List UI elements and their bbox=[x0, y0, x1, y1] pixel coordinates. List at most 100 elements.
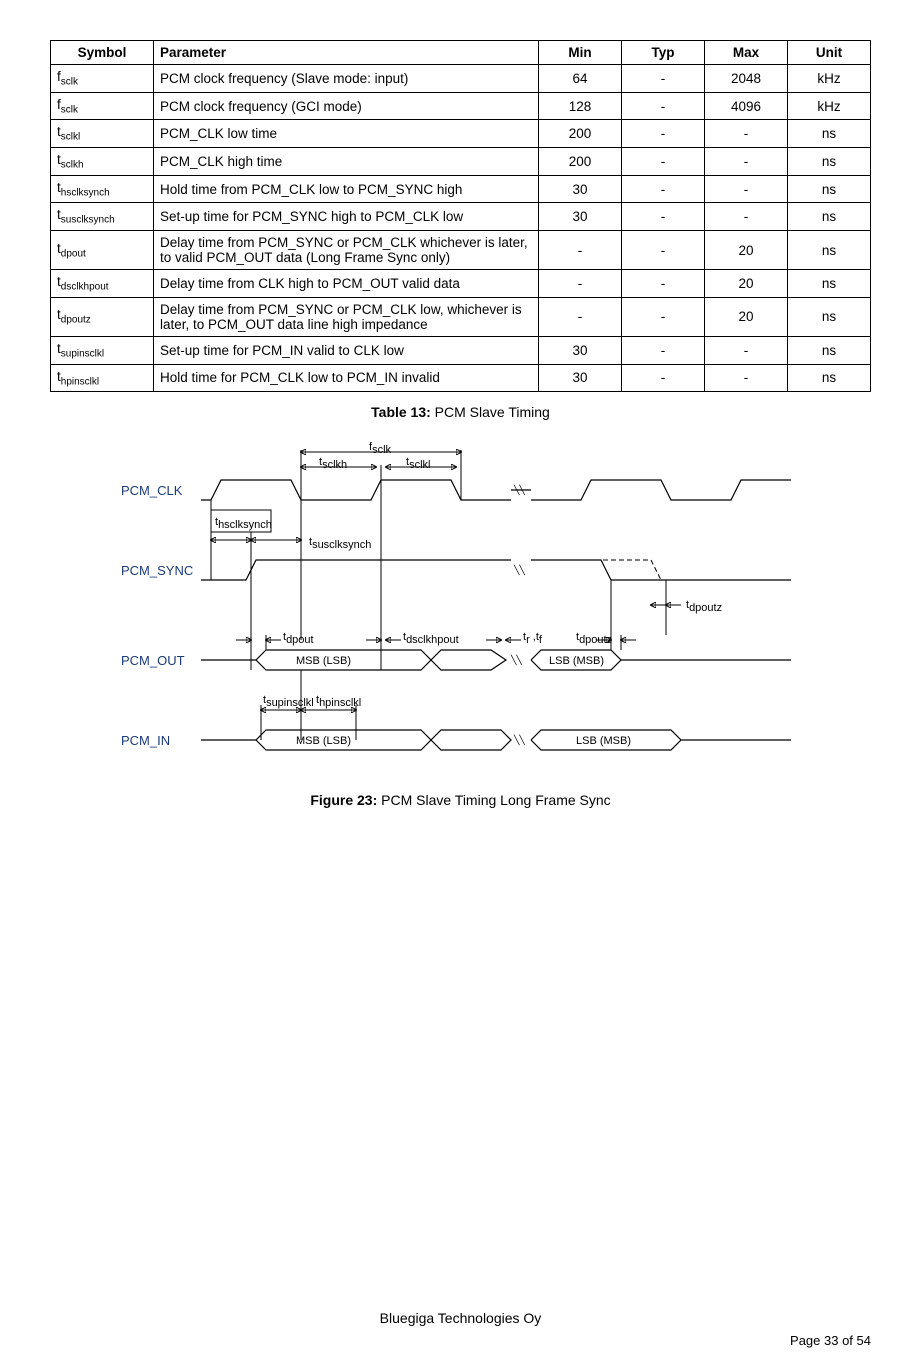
cell-min: 200 bbox=[539, 120, 622, 148]
table-row: thsclksynchHold time from PCM_CLK low to… bbox=[51, 175, 871, 203]
table-caption: Table 13: PCM Slave Timing bbox=[50, 404, 871, 420]
figure-caption-rest: PCM Slave Timing Long Frame Sync bbox=[377, 792, 610, 808]
cell-max: - bbox=[705, 120, 788, 148]
label-tdsclkhpout: tdsclkhpout bbox=[403, 631, 459, 646]
label-lsb-in: LSB (MSB) bbox=[576, 735, 631, 747]
table-caption-bold: Table 13: bbox=[371, 404, 431, 420]
table-row: tsclkhPCM_CLK high time200--ns bbox=[51, 148, 871, 176]
label-thsclksynch: thsclksynch bbox=[215, 516, 272, 531]
table-row: fsclkPCM clock frequency (Slave mode: in… bbox=[51, 65, 871, 93]
cell-typ: - bbox=[622, 270, 705, 298]
cell-min: - bbox=[539, 231, 622, 270]
cell-min: 30 bbox=[539, 203, 622, 231]
cell-symbol: tdsclkhpout bbox=[51, 270, 154, 298]
cell-unit: ns bbox=[788, 364, 871, 392]
cell-parameter: Set-up time for PCM_SYNC high to PCM_CLK… bbox=[154, 203, 539, 231]
figure-caption: Figure 23: PCM Slave Timing Long Frame S… bbox=[50, 792, 871, 808]
label-tdpoutz-top: tdpoutz bbox=[686, 599, 722, 614]
cell-unit: ns bbox=[788, 270, 871, 298]
signal-label-clk: PCM_CLK bbox=[121, 483, 183, 498]
cell-parameter: Set-up time for PCM_IN valid to CLK low bbox=[154, 336, 539, 364]
svg-text:╲╲: ╲╲ bbox=[513, 564, 525, 576]
table-header-row: Symbol Parameter Min Typ Max Unit bbox=[51, 41, 871, 65]
table-row: tsusclksynchSet-up time for PCM_SYNC hig… bbox=[51, 203, 871, 231]
cell-symbol: tsclkh bbox=[51, 148, 154, 176]
cell-typ: - bbox=[622, 175, 705, 203]
header-min: Min bbox=[539, 41, 622, 65]
label-tdpoutz-bot: tdpoutz bbox=[576, 631, 612, 646]
timing-parameters-table: Symbol Parameter Min Typ Max Unit fsclkP… bbox=[50, 40, 871, 392]
table-caption-rest: PCM Slave Timing bbox=[431, 404, 550, 420]
cell-unit: kHz bbox=[788, 65, 871, 93]
timing-diagram: PCM_CLK ╲╲ fsclk tsclkh tsclkl PCM_SYNC … bbox=[111, 440, 811, 780]
cell-max: - bbox=[705, 336, 788, 364]
cell-typ: - bbox=[622, 336, 705, 364]
label-trtf: tr ,tf bbox=[523, 631, 543, 646]
signal-label-sync: PCM_SYNC bbox=[121, 563, 193, 578]
table-row: tdpoutDelay time from PCM_SYNC or PCM_CL… bbox=[51, 231, 871, 270]
cell-unit: ns bbox=[788, 203, 871, 231]
cell-typ: - bbox=[622, 203, 705, 231]
svg-text:╲╲: ╲╲ bbox=[513, 484, 525, 496]
cell-symbol: fsclk bbox=[51, 65, 154, 93]
cell-min: 64 bbox=[539, 65, 622, 93]
label-tsupinsclkl: tsupinsclkl bbox=[263, 694, 314, 709]
table-row: tdpoutzDelay time from PCM_SYNC or PCM_C… bbox=[51, 297, 871, 336]
cell-typ: - bbox=[622, 65, 705, 93]
cell-max: 4096 bbox=[705, 92, 788, 120]
cell-parameter: Hold time from PCM_CLK low to PCM_SYNC h… bbox=[154, 175, 539, 203]
header-parameter: Parameter bbox=[154, 41, 539, 65]
cell-unit: ns bbox=[788, 120, 871, 148]
cell-symbol: tdpout bbox=[51, 231, 154, 270]
cell-min: - bbox=[539, 297, 622, 336]
cell-typ: - bbox=[622, 364, 705, 392]
label-tsclkh: tsclkh bbox=[319, 456, 347, 471]
cell-min: 30 bbox=[539, 175, 622, 203]
cell-unit: ns bbox=[788, 297, 871, 336]
footer-company: Bluegiga Technologies Oy bbox=[0, 1310, 921, 1326]
cell-parameter: PCM_CLK high time bbox=[154, 148, 539, 176]
cell-parameter: Delay time from CLK high to PCM_OUT vali… bbox=[154, 270, 539, 298]
cell-typ: - bbox=[622, 297, 705, 336]
cell-symbol: thpinsclkl bbox=[51, 364, 154, 392]
cell-min: 30 bbox=[539, 364, 622, 392]
label-tsclkl: tsclkl bbox=[406, 456, 430, 471]
cell-min: 30 bbox=[539, 336, 622, 364]
label-lsb-out: LSB (MSB) bbox=[549, 655, 604, 667]
cell-max: 20 bbox=[705, 297, 788, 336]
cell-max: - bbox=[705, 175, 788, 203]
cell-parameter: PCM clock frequency (Slave mode: input) bbox=[154, 65, 539, 93]
label-tsusclksynch: tsusclksynch bbox=[309, 536, 371, 551]
cell-unit: ns bbox=[788, 336, 871, 364]
cell-parameter: Hold time for PCM_CLK low to PCM_IN inva… bbox=[154, 364, 539, 392]
table-row: thpinsclklHold time for PCM_CLK low to P… bbox=[51, 364, 871, 392]
label-msb-in: MSB (LSB) bbox=[296, 735, 351, 747]
cell-typ: - bbox=[622, 148, 705, 176]
cell-symbol: tsusclksynch bbox=[51, 203, 154, 231]
cell-parameter: Delay time from PCM_SYNC or PCM_CLK whic… bbox=[154, 231, 539, 270]
figure-caption-bold: Figure 23: bbox=[310, 792, 377, 808]
cell-unit: ns bbox=[788, 175, 871, 203]
cell-unit: ns bbox=[788, 231, 871, 270]
cell-parameter: Delay time from PCM_SYNC or PCM_CLK low,… bbox=[154, 297, 539, 336]
cell-max: - bbox=[705, 148, 788, 176]
cell-max: 20 bbox=[705, 270, 788, 298]
svg-text:╲╲: ╲╲ bbox=[510, 654, 522, 666]
cell-typ: - bbox=[622, 231, 705, 270]
table-row: tsupinsclklSet-up time for PCM_IN valid … bbox=[51, 336, 871, 364]
cell-min: - bbox=[539, 270, 622, 298]
table-row: tdsclkhpoutDelay time from CLK high to P… bbox=[51, 270, 871, 298]
signal-label-in: PCM_IN bbox=[121, 733, 170, 748]
cell-max: - bbox=[705, 364, 788, 392]
table-row: tsclklPCM_CLK low time200--ns bbox=[51, 120, 871, 148]
cell-max: 20 bbox=[705, 231, 788, 270]
header-unit: Unit bbox=[788, 41, 871, 65]
cell-symbol: tdpoutz bbox=[51, 297, 154, 336]
header-symbol: Symbol bbox=[51, 41, 154, 65]
signal-label-out: PCM_OUT bbox=[121, 653, 185, 668]
label-fsclk: fsclk bbox=[369, 441, 392, 456]
cell-symbol: tsclkl bbox=[51, 120, 154, 148]
page-number: Page 33 of 54 bbox=[790, 1333, 871, 1348]
cell-typ: - bbox=[622, 92, 705, 120]
svg-text:╲╲: ╲╲ bbox=[513, 734, 525, 746]
